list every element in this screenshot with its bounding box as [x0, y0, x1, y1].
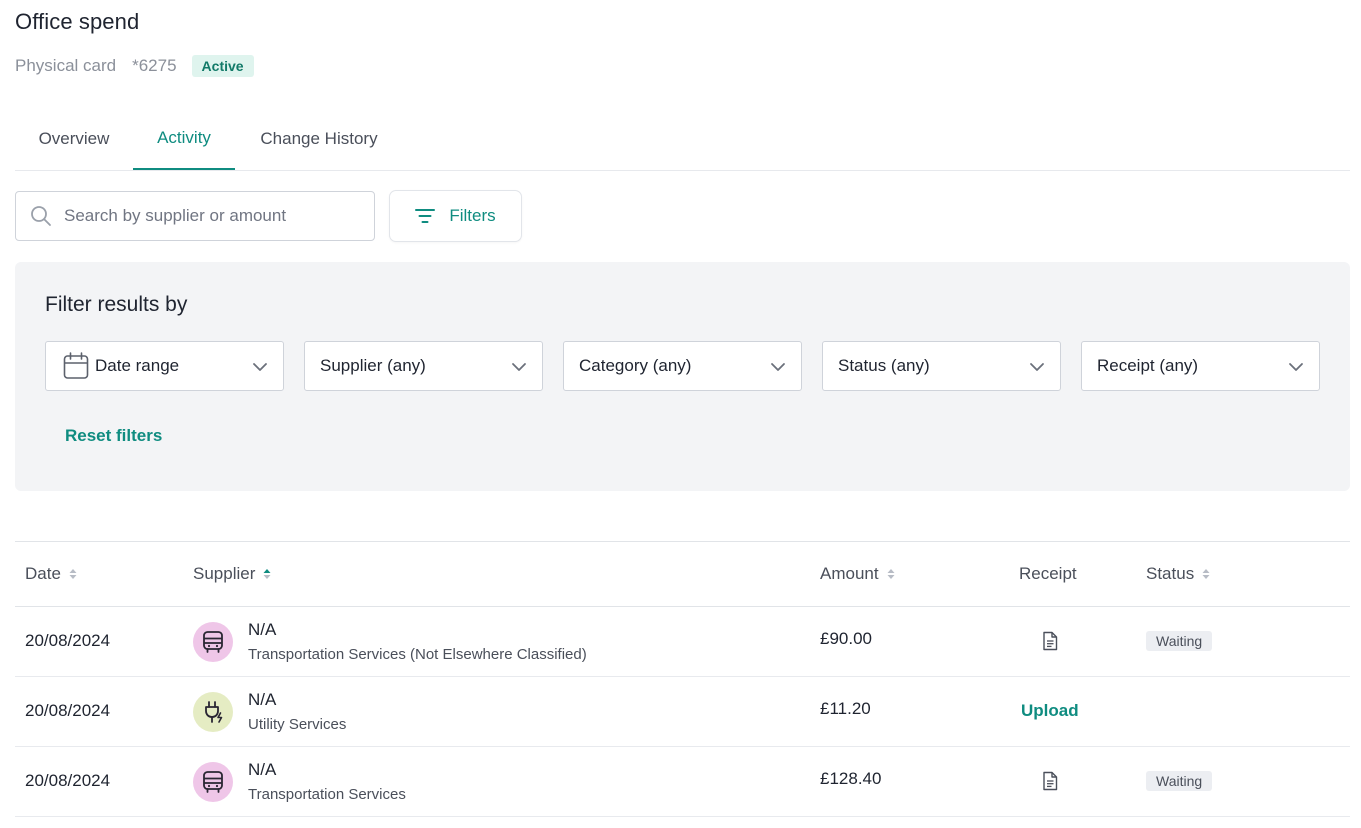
upload-receipt-link[interactable]: Upload [1021, 701, 1079, 721]
category-dropdown-label: Category (any) [579, 356, 692, 375]
search-icon [31, 206, 51, 226]
column-header-supplier[interactable]: Supplier [193, 542, 271, 606]
bus-icon [203, 631, 223, 653]
date-range-label: Date range [95, 356, 180, 375]
document-icon[interactable] [1042, 631, 1058, 651]
chevron-down-icon [253, 363, 267, 371]
tab-change-history[interactable]: Change History [235, 108, 403, 170]
filter-panel: Filter results by Date range Supplier (a… [15, 262, 1350, 491]
table-header: Date Supplier Amount Receipt Status [15, 541, 1350, 607]
status-dropdown-label: Status (any) [838, 356, 930, 375]
status-badge: Waiting [1146, 631, 1213, 651]
chevron-down-icon [512, 363, 526, 371]
sort-ascending-icon [263, 569, 271, 579]
column-header-date[interactable]: Date [25, 542, 77, 606]
supplier-category: Transportation Services [248, 786, 406, 803]
tab-activity[interactable]: Activity [133, 108, 235, 170]
card-subtitle: Physical card *6275 Active [15, 53, 254, 79]
bus-icon [203, 771, 223, 793]
tab-overview[interactable]: Overview [15, 108, 133, 170]
card-status-badge: Active [191, 55, 254, 77]
reset-filters-button[interactable]: Reset filters [65, 426, 162, 446]
column-header-amount[interactable]: Amount [820, 542, 895, 606]
sort-icon [69, 569, 77, 579]
filter-panel-title: Filter results by [45, 293, 188, 316]
table-row[interactable]: 20/08/2024 N/A Utility Services £11.20 U… [15, 677, 1350, 747]
chevron-down-icon [1030, 363, 1044, 371]
row-date: 20/08/2024 [25, 771, 111, 790]
card-type: Physical card [15, 56, 117, 75]
filters-button-label: Filters [449, 206, 496, 225]
tab-bar: Overview Activity Change History [15, 108, 1350, 171]
chevron-down-icon [1289, 363, 1303, 371]
supplier-category: Utility Services [248, 716, 347, 733]
card-last4: *6275 [132, 56, 177, 75]
table-row[interactable]: 20/08/2024 N/A Transportation Services (… [15, 607, 1350, 677]
column-header-status[interactable]: Status [1146, 542, 1210, 606]
supplier-name: N/A [248, 620, 277, 639]
search-box [15, 191, 375, 241]
filters-button[interactable]: Filters [389, 190, 522, 242]
plug-icon [205, 701, 223, 723]
transactions-table: Date Supplier Amount Receipt Status 20/0… [15, 541, 1350, 817]
status-badge: Waiting [1146, 771, 1213, 791]
supplier-dropdown-label: Supplier (any) [320, 356, 426, 375]
column-header-label: Amount [820, 564, 879, 583]
filter-lines-icon [415, 209, 436, 223]
search-input[interactable] [62, 205, 356, 227]
table-row[interactable]: 20/08/2024 N/A Transportation Services £… [15, 747, 1350, 817]
sort-icon [1202, 569, 1210, 579]
category-dropdown[interactable]: Category (any) [563, 341, 802, 391]
column-header-label: Supplier [193, 564, 256, 583]
receipt-dropdown[interactable]: Receipt (any) [1081, 341, 1320, 391]
row-date: 20/08/2024 [25, 701, 111, 720]
status-dropdown[interactable]: Status (any) [822, 341, 1061, 391]
date-range-dropdown[interactable]: Date range [45, 341, 284, 391]
chevron-down-icon [771, 363, 785, 371]
column-header-label: Receipt [1019, 564, 1077, 583]
supplier-name: N/A [248, 760, 277, 779]
column-header-receipt: Receipt [1019, 542, 1077, 606]
column-header-label: Status [1146, 564, 1195, 583]
category-avatar [193, 762, 233, 802]
sort-icon [887, 569, 895, 579]
supplier-name: N/A [248, 690, 277, 709]
document-icon[interactable] [1042, 771, 1058, 791]
column-header-label: Date [25, 564, 61, 583]
supplier-dropdown[interactable]: Supplier (any) [304, 341, 543, 391]
row-date: 20/08/2024 [25, 631, 111, 650]
page-title: Office spend [15, 9, 140, 34]
row-amount: £128.40 [820, 769, 882, 788]
supplier-category: Transportation Services (Not Elsewhere C… [248, 646, 587, 663]
calendar-icon [63, 352, 89, 379]
receipt-dropdown-label: Receipt (any) [1097, 356, 1199, 375]
row-amount: £90.00 [820, 629, 872, 648]
category-avatar [193, 692, 233, 732]
row-amount: £11.20 [820, 699, 871, 718]
category-avatar [193, 622, 233, 662]
